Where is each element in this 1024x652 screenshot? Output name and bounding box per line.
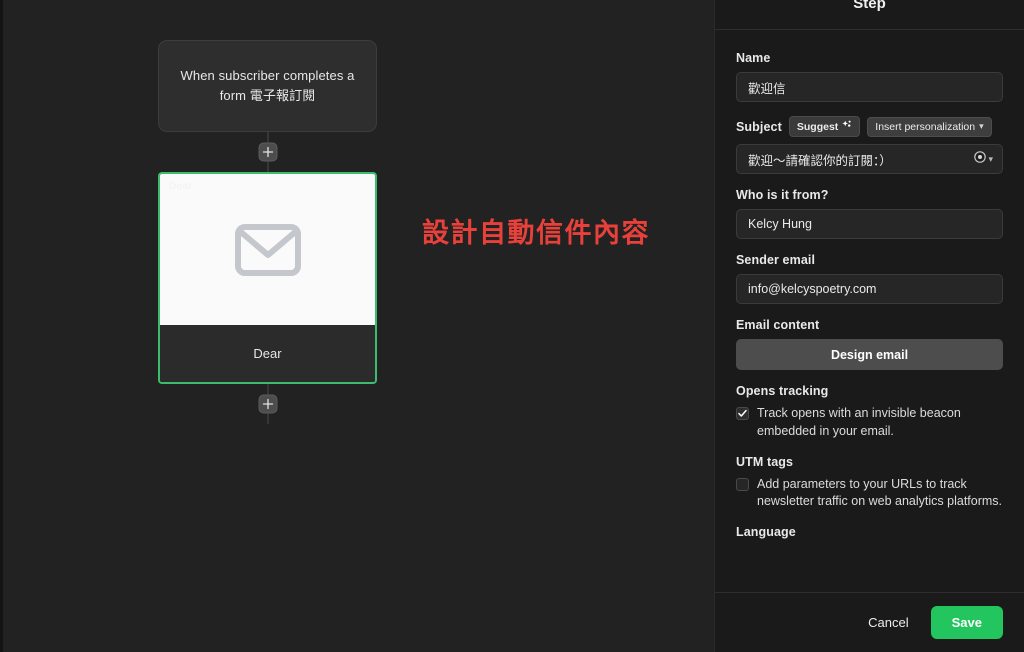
field-language: Language [736, 525, 1003, 539]
insert-personalization-label: Insert personalization [875, 120, 976, 133]
subject-input-wrap: ▾ [736, 144, 1003, 174]
envelope-icon [234, 223, 301, 276]
add-step-button-bottom[interactable] [258, 394, 277, 414]
field-email-content: Email content Design email [736, 318, 1003, 370]
panel-header: Step [715, 0, 1024, 30]
automation-editor: When subscriber completes a form 電子報訂閱 D… [0, 0, 1024, 652]
utm-tags-row[interactable]: Add parameters to your URLs to track new… [736, 476, 1003, 512]
email-preview: Dear [160, 174, 375, 325]
opens-tracking-checkbox[interactable] [736, 407, 749, 420]
panel-body[interactable]: Name Subject Suggest [715, 30, 1024, 592]
subject-row: Subject Suggest Insert personalization ▾ [736, 116, 1003, 137]
workflow-flow: When subscriber completes a form 電子報訂閱 D… [158, 40, 377, 424]
chevron-down-icon: ▾ [979, 121, 984, 131]
step-settings-panel: Step Name Subject Suggest [714, 0, 1024, 652]
trigger-node[interactable]: When subscriber completes a form 電子報訂閱 [158, 40, 377, 132]
email-step-node[interactable]: Dear Dear [158, 172, 377, 384]
utm-tags-label: UTM tags [736, 454, 794, 469]
workflow-canvas[interactable]: When subscriber completes a form 電子報訂閱 D… [0, 0, 714, 652]
language-label: Language [736, 525, 796, 539]
field-opens-tracking: Opens tracking Track opens with an invis… [736, 384, 1003, 441]
email-preview-ghost-text: Dear [169, 181, 193, 192]
suggest-button-label: Suggest [796, 120, 839, 133]
field-who-from: Who is it from? [736, 188, 1003, 239]
sparkle-icon [842, 120, 852, 133]
emoji-picker-button[interactable]: ▾ [974, 150, 993, 168]
opens-tracking-text: Track opens with an invisible beacon emb… [757, 406, 961, 438]
name-label: Name [736, 51, 771, 65]
chevron-down-icon-emoji: ▾ [988, 153, 993, 164]
sender-email-label: Sender email [736, 253, 816, 267]
name-input[interactable] [736, 72, 1003, 102]
panel-title: Step [853, 0, 886, 12]
opens-tracking-label: Opens tracking [736, 384, 829, 398]
sender-email-input[interactable] [736, 274, 1003, 304]
cancel-button[interactable]: Cancel [860, 609, 916, 636]
connector-top [158, 132, 377, 172]
trigger-node-label: When subscriber completes a form 電子報訂閱 [180, 67, 355, 103]
utm-tags-checkbox[interactable] [736, 477, 749, 491]
panel-footer: Cancel Save [715, 592, 1024, 652]
field-subject: Subject Suggest Insert personalization ▾… [736, 116, 1003, 174]
annotation-text: 設計自動信件內容 [422, 218, 650, 248]
email-step-node-label: Dear [160, 325, 375, 382]
insert-personalization-button[interactable]: Insert personalization ▾ [867, 116, 992, 137]
field-sender-email: Sender email [736, 253, 1003, 304]
opens-tracking-row[interactable]: Track opens with an invisible beacon emb… [736, 405, 1003, 441]
subject-input[interactable] [736, 144, 1003, 174]
field-utm-tags: UTM tags Add parameters to your URLs to … [736, 455, 1003, 512]
subject-label: Subject [736, 119, 782, 134]
email-content-label: Email content [736, 318, 820, 332]
utm-tags-text: Add parameters to your URLs to track new… [757, 476, 1003, 509]
field-name: Name [736, 51, 1003, 102]
connector-bottom [158, 384, 377, 424]
emoji-icon [974, 150, 987, 168]
who-from-input[interactable] [736, 209, 1003, 239]
suggest-button[interactable]: Suggest [788, 116, 861, 137]
design-email-button[interactable]: Design email [736, 339, 1003, 370]
save-button[interactable]: Save [930, 606, 1003, 639]
who-from-label: Who is it from? [736, 188, 829, 202]
add-step-button-top[interactable] [258, 142, 277, 162]
